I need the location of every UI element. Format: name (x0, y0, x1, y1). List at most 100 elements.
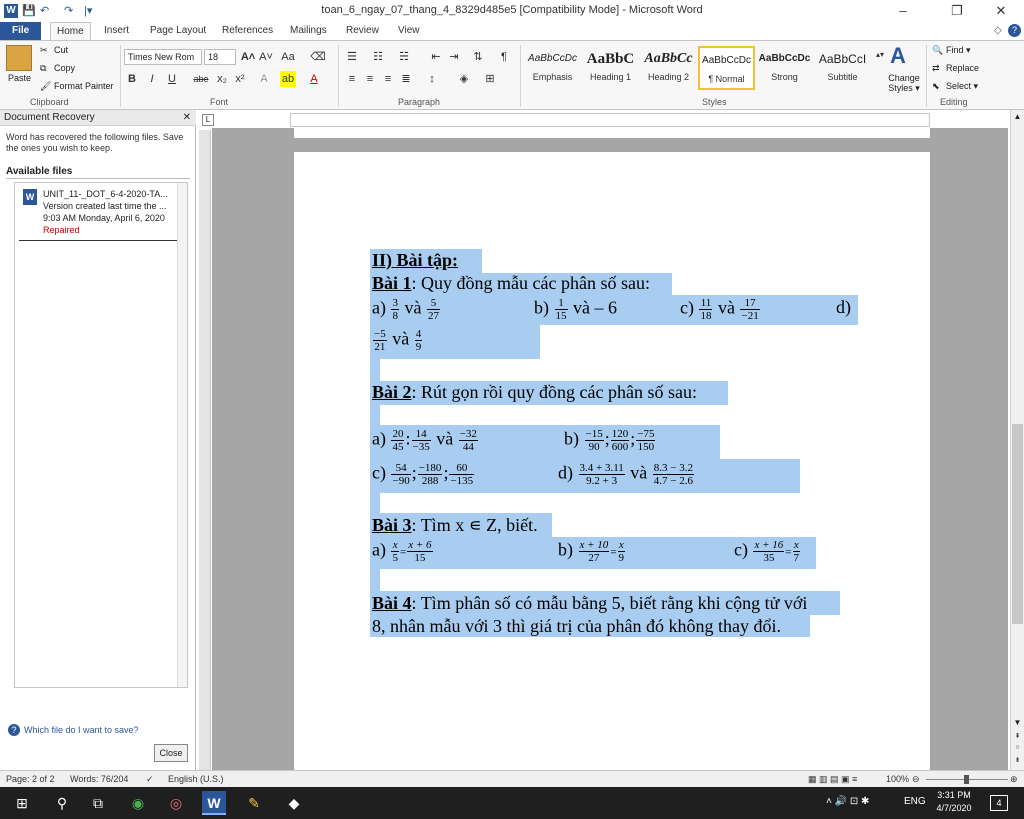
cut-button[interactable]: Cut (54, 45, 68, 55)
paint-icon[interactable]: ✎ (242, 791, 266, 815)
scroll-down-icon[interactable]: ▼ (1012, 718, 1023, 730)
font-name-box[interactable]: Times New Rom (124, 49, 202, 65)
vertical-scrollbar[interactable]: ▲ ▼ ⇞ ○ ⇟ (1010, 110, 1024, 770)
restore-button[interactable]: ❐ (934, 0, 980, 22)
numbering-icon[interactable]: ☷ (370, 49, 386, 65)
app-icon[interactable]: ◉ (126, 791, 150, 815)
tray-icons[interactable]: ˄ 🔊 ⊡ ✱ (826, 796, 869, 807)
next-page-icon[interactable]: ⇟ (1012, 756, 1023, 766)
paste-button[interactable]: Paste (8, 73, 31, 83)
copy-button[interactable]: Copy (54, 63, 75, 73)
previous-page-icon[interactable]: ⇞ (1012, 732, 1023, 742)
windows-start-icon[interactable]: ⊞ (10, 791, 34, 815)
tab-references[interactable]: References (216, 22, 279, 40)
increase-indent-icon[interactable]: ⇥ (446, 49, 462, 65)
find-button[interactable]: Find ▾ (946, 45, 971, 56)
superscript-button[interactable]: x² (232, 71, 248, 87)
zoom-level[interactable]: 100% (886, 771, 909, 787)
borders-icon[interactable]: ⊞ (482, 71, 498, 87)
bold-button[interactable]: B (124, 71, 140, 87)
horizontal-ruler[interactable] (290, 113, 930, 127)
help-icon[interactable]: ? (1008, 24, 1021, 37)
close-button[interactable]: Close (154, 744, 188, 762)
select-icon[interactable]: ⬉ (932, 81, 940, 92)
language[interactable]: English (U.S.) (168, 771, 224, 787)
word-count[interactable]: Words: 76/204 (70, 771, 128, 787)
text-effects-icon[interactable]: A (256, 71, 272, 87)
word-taskbar-icon[interactable]: W (202, 791, 226, 815)
tab-review[interactable]: Review (340, 22, 385, 40)
decrease-indent-icon[interactable]: ⇤ (428, 49, 444, 65)
search-icon[interactable]: ⚲ (50, 791, 74, 815)
font-size-box[interactable]: 18 (204, 49, 236, 65)
font-color-icon[interactable]: A (306, 71, 322, 87)
vertical-ruler[interactable] (199, 130, 211, 770)
app-icon[interactable]: ◎ (164, 791, 188, 815)
change-styles-icon[interactable]: A (890, 43, 906, 69)
align-right-icon[interactable]: ≡ (380, 71, 396, 87)
replace-button[interactable]: Replace (946, 63, 979, 73)
tab-page-layout[interactable]: Page Layout (144, 22, 212, 40)
zoom-in-icon[interactable]: ⊕ (1010, 771, 1018, 787)
replace-icon[interactable]: ⇄ (932, 63, 940, 74)
change-case-icon[interactable]: Aa (280, 49, 296, 65)
input-language[interactable]: ENG (904, 796, 926, 807)
style-heading-1[interactable]: AaBbC Heading 1 (582, 46, 639, 90)
align-center-icon[interactable]: ≡ (362, 71, 378, 87)
style-normal[interactable]: AaBbCcDc ¶ Normal (698, 46, 755, 90)
zoom-out-icon[interactable]: ⊖ (912, 771, 920, 787)
style-strong[interactable]: AaBbCcDc Strong (756, 46, 813, 90)
select-button[interactable]: Select ▾ (946, 81, 978, 92)
task-view-icon[interactable]: ⧉ (86, 791, 110, 815)
help-link[interactable]: Which file do I want to save? (24, 725, 139, 735)
scroll-up-icon[interactable]: ▲ (1012, 112, 1023, 124)
format-painter-button[interactable]: Format Painter (54, 81, 114, 91)
shading-icon[interactable]: ◈ (456, 71, 472, 87)
paste-icon[interactable] (6, 45, 32, 71)
line-spacing-icon[interactable]: ↕ (424, 71, 440, 87)
pane-close-icon[interactable]: ✕ (183, 110, 191, 126)
tab-home[interactable]: Home (50, 22, 91, 41)
scroll-thumb[interactable] (1012, 424, 1023, 624)
proofing-icon[interactable]: ✓ (146, 771, 154, 787)
page-count[interactable]: Page: 2 of 2 (6, 771, 55, 787)
bullets-icon[interactable]: ☰ (344, 49, 360, 65)
tab-insert[interactable]: Insert (98, 22, 135, 40)
copy-icon[interactable]: ⧉ (40, 63, 46, 74)
tab-file[interactable]: File (0, 22, 42, 40)
sort-icon[interactable]: ⇅ (470, 49, 486, 65)
grow-font-icon[interactable]: A˄ (240, 49, 256, 65)
recovered-file-item[interactable]: W UNIT_11-_DOT_6-4-2020-TA... Version cr… (19, 187, 181, 241)
browse-object-icon[interactable]: ○ (1012, 744, 1023, 754)
format-painter-icon[interactable]: 🖌 (40, 81, 51, 92)
style-heading-2[interactable]: AaBbCc Heading 2 (640, 46, 697, 90)
app-icon[interactable]: ◆ (282, 791, 306, 815)
find-icon[interactable]: 🔍 (932, 45, 943, 56)
clock-date[interactable]: 4/7/2020 (934, 803, 974, 813)
clock-time[interactable]: 3:31 PM (934, 790, 974, 800)
tab-mailings[interactable]: Mailings (284, 22, 333, 40)
minimize-ribbon-icon[interactable]: ◇ (994, 25, 1002, 36)
cut-icon[interactable]: ✂ (40, 45, 48, 56)
change-styles-button[interactable]: Change Styles ▾ (884, 73, 924, 93)
subscript-button[interactable]: x₂ (214, 71, 230, 87)
style-subtitle[interactable]: AaBbCcI Subtitle (814, 46, 871, 90)
show-hide-button[interactable]: ¶ (496, 49, 512, 65)
shrink-font-icon[interactable]: A˅ (258, 49, 274, 65)
multilevel-list-icon[interactable]: ☵ (396, 49, 412, 65)
document-page[interactable]: II) Bài tập: Bài 1: Quy đồng mẫu các phâ… (294, 152, 930, 770)
justify-icon[interactable]: ≣ (398, 71, 414, 87)
close-button[interactable]: ✕ (978, 0, 1024, 22)
clear-formatting-icon[interactable]: ⌫ (310, 49, 326, 65)
view-buttons[interactable]: ▦ ▥ ▤ ▣ ≡ (808, 771, 857, 787)
notification-icon[interactable]: 4 (990, 795, 1008, 811)
strikethrough-button[interactable]: abe (190, 71, 212, 87)
underline-button[interactable]: U (164, 71, 180, 87)
tab-view[interactable]: View (392, 22, 426, 40)
align-left-icon[interactable]: ≡ (344, 71, 360, 87)
tab-selector[interactable]: L (202, 114, 214, 126)
italic-button[interactable]: I (144, 71, 160, 87)
zoom-slider-thumb[interactable] (964, 775, 969, 784)
minimize-button[interactable]: – (880, 0, 926, 22)
file-list-scrollbar[interactable] (177, 183, 187, 687)
